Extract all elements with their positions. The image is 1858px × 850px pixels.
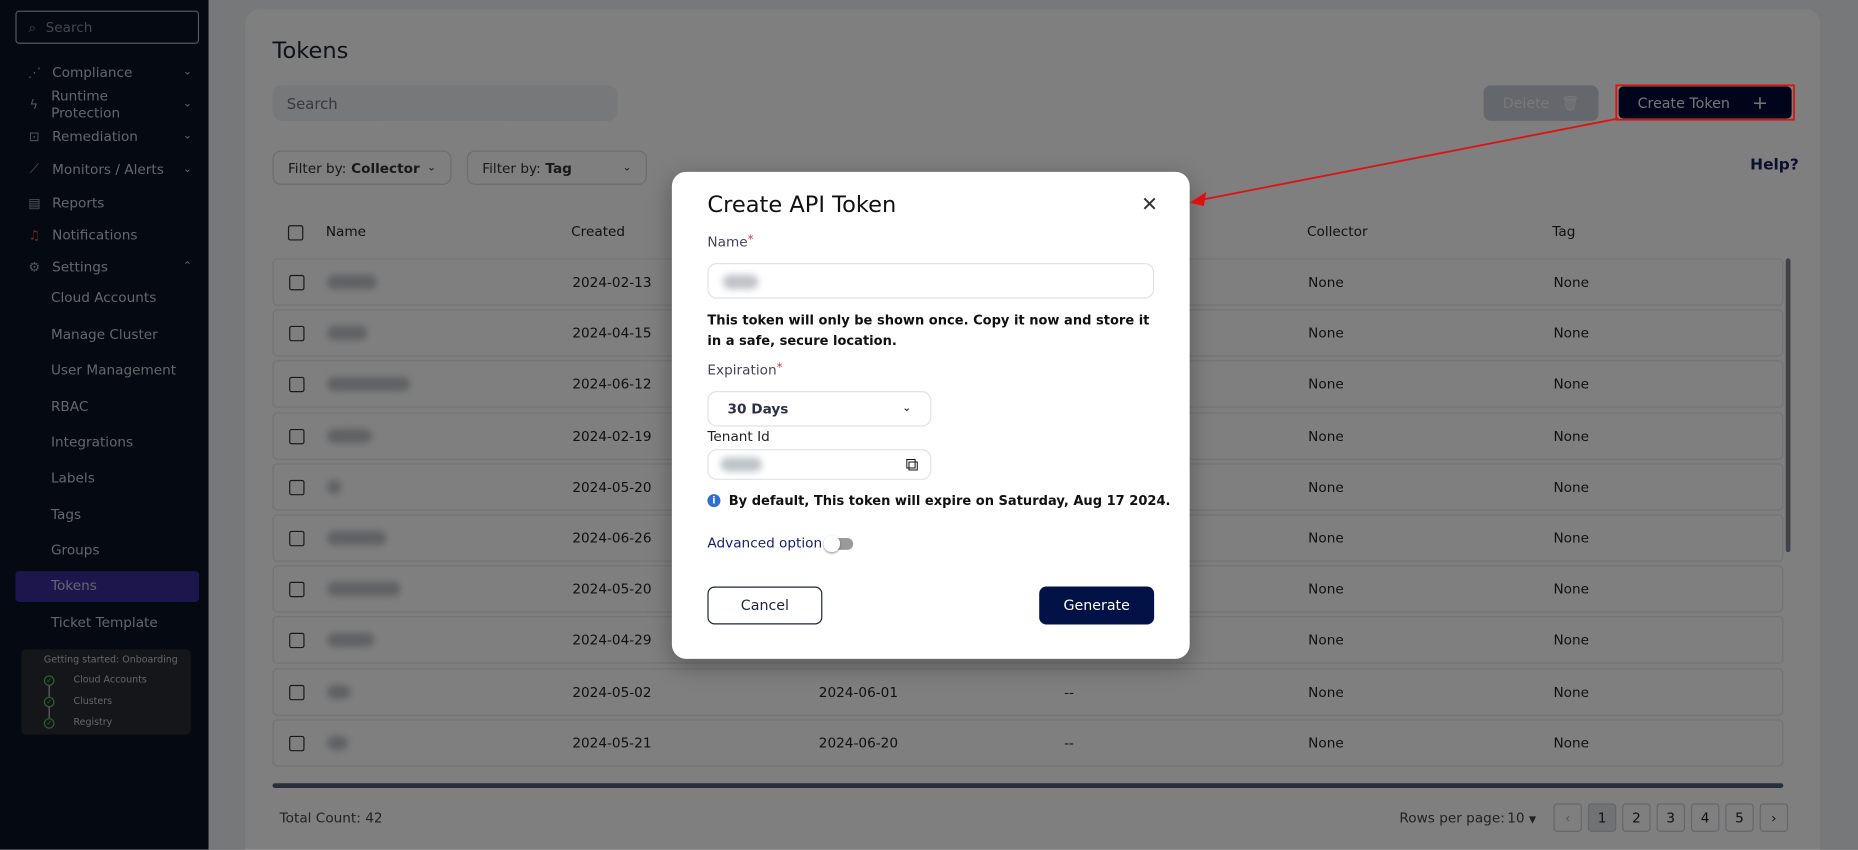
advanced-option-label: Advanced option: [707, 534, 823, 552]
required-mark: *: [776, 361, 783, 375]
expiration-value: 30 Days: [727, 400, 789, 418]
dialog-title: Create API Token: [707, 191, 897, 219]
info-icon: i: [707, 494, 721, 508]
name-input[interactable]: [707, 263, 1155, 299]
info-text: By default, This token will expire on Sa…: [728, 492, 1171, 509]
expiry-info: i By default, This token will expire on S…: [707, 491, 1170, 511]
expiration-label-text: Expiration: [707, 361, 777, 378]
redacted-value: [720, 457, 762, 472]
required-mark: *: [747, 233, 754, 247]
generate-button[interactable]: Generate: [1039, 586, 1155, 625]
expiration-select[interactable]: 30 Days ⌄: [707, 391, 932, 427]
name-label-text: Name: [707, 233, 748, 251]
close-icon[interactable]: ✕: [1141, 193, 1158, 217]
advanced-option-toggle[interactable]: [823, 535, 854, 553]
create-api-token-dialog: Create API Token ✕ Name* This token will…: [671, 171, 1190, 659]
app: ⌕Search ⋰Compliance⌄ ϟRuntime Protection…: [0, 0, 1858, 850]
expiration-label: Expiration*: [707, 361, 782, 378]
toggle-knob: [823, 535, 841, 553]
tenant-id-field: ⧉: [707, 449, 932, 480]
redacted-value: [722, 274, 759, 290]
cancel-button[interactable]: Cancel: [707, 586, 823, 625]
warning-text: This token will only be shown once. Copy…: [707, 312, 1150, 349]
copy-icon[interactable]: ⧉: [906, 454, 919, 475]
tenant-id-label: Tenant Id: [707, 427, 770, 445]
name-label: Name*: [707, 233, 753, 250]
chevron-down-icon: ⌄: [902, 402, 912, 415]
